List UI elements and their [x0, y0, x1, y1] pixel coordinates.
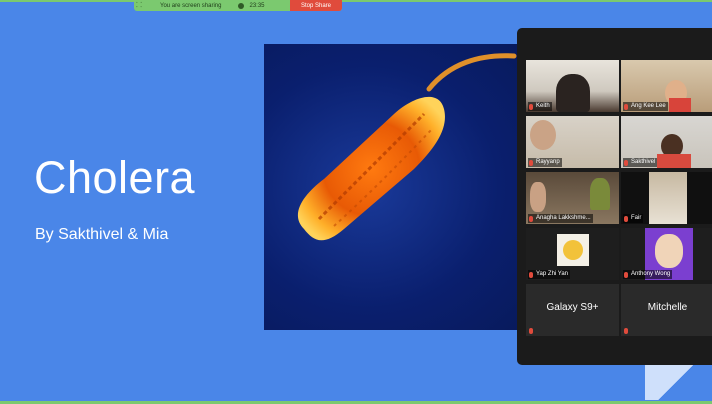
participant-tile[interactable]: Yap Zhi Yan: [526, 228, 619, 280]
muted-mic-icon: [624, 104, 628, 110]
slide-subtitle: By Sakthivel & Mia: [35, 226, 169, 243]
muted-mic-icon: [529, 216, 533, 222]
participant-silhouette: [530, 120, 556, 150]
participant-name: Yap Zhi Yan: [528, 270, 571, 279]
participant-tile[interactable]: Fair: [621, 172, 712, 224]
participant-name: Sakthivel: [623, 158, 658, 167]
muted-mic-icon: [529, 160, 533, 166]
muted-mic-icon: [624, 160, 628, 166]
share-border: [0, 0, 712, 2]
participant-shirt: [669, 98, 691, 112]
shield-icon: [237, 2, 244, 9]
participant-tile[interactable]: Mitchelle: [621, 284, 712, 336]
participant-name: Anthony Wong: [623, 270, 673, 279]
video-gallery: Keith Ang Kee Lee Rayyanp Sakthivel Anag…: [517, 28, 712, 365]
muted-mic-icon: [529, 328, 533, 334]
participant-tile[interactable]: Keith: [526, 60, 619, 112]
muted-mic-icon: [529, 104, 533, 110]
participant-tile[interactable]: Rayyanp: [526, 116, 619, 168]
participant-silhouette: [530, 182, 546, 212]
screen-share-toolbar: ⸬ You are screen sharing 23:35 Stop Shar…: [134, 0, 342, 11]
participant-name: Anagha Lakkshme...: [528, 214, 593, 223]
drag-handle-icon[interactable]: ⸬: [134, 1, 144, 10]
participant-name: Rayyanp: [528, 158, 562, 167]
muted-mic-icon: [624, 216, 628, 222]
participant-tile[interactable]: Ang Kee Lee: [621, 60, 712, 112]
muted-mic-icon: [624, 328, 628, 334]
participant-display-name: Galaxy S9+: [546, 302, 599, 313]
participant-tile[interactable]: Anthony Wong: [621, 228, 712, 280]
participant-name: Ang Kee Lee: [623, 102, 668, 111]
bacterium-image: [264, 44, 522, 330]
page-curl: [645, 360, 712, 400]
participant-tile[interactable]: Galaxy S9+: [526, 284, 619, 336]
muted-mic-icon: [529, 272, 533, 278]
avatar: [557, 234, 589, 266]
share-status-text: You are screen sharing: [160, 2, 222, 9]
participant-tile[interactable]: Anagha Lakkshme...: [526, 172, 619, 224]
plant-shape: [590, 178, 610, 210]
face-avatar-icon: [655, 234, 683, 268]
participant-shirt: [657, 154, 691, 168]
participant-silhouette: [649, 172, 687, 224]
share-timer: 23:35: [249, 2, 265, 9]
muted-mic-icon: [624, 272, 628, 278]
participant-display-name: Mitchelle: [647, 302, 688, 313]
participant-tile-active-speaker[interactable]: Sakthivel: [621, 116, 712, 168]
pikachu-avatar-icon: [563, 240, 583, 260]
slide-title: Cholera: [34, 152, 196, 203]
participant-silhouette: [556, 74, 590, 112]
stop-share-button[interactable]: Stop Share: [290, 0, 342, 11]
